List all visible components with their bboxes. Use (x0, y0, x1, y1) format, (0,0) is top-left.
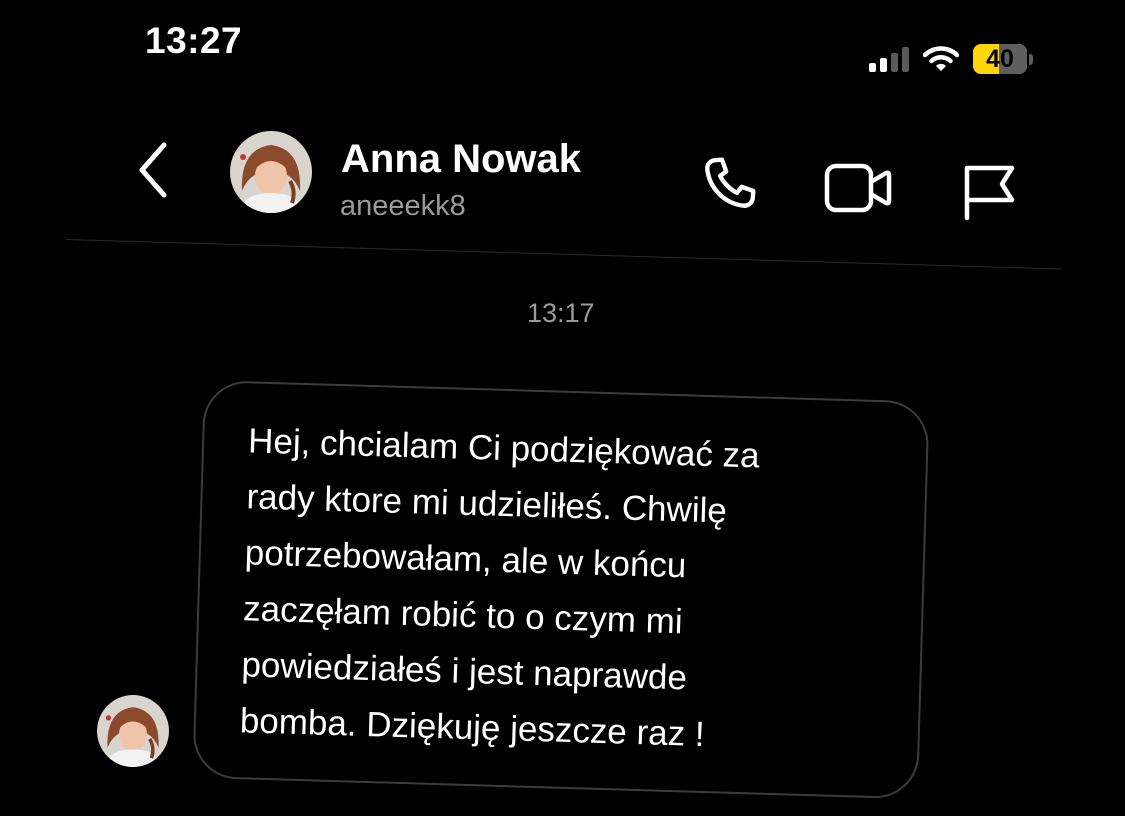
flag-icon (964, 165, 1015, 221)
status-icons: 40 (869, 44, 1033, 74)
sender-avatar[interactable] (97, 695, 169, 767)
phone-icon (705, 157, 756, 208)
message-text: Hej, chcialam Ci podziękować za rady kto… (239, 421, 761, 754)
battery-level: 40 (986, 44, 1014, 73)
report-button[interactable] (962, 160, 1018, 227)
back-button[interactable] (132, 140, 176, 200)
video-camera-icon (824, 163, 892, 213)
video-call-button[interactable] (824, 160, 892, 221)
chevron-left-icon (139, 142, 167, 198)
contact-handle[interactable]: aneeekk8 (340, 190, 466, 223)
battery-icon: 40 (973, 44, 1033, 74)
cellular-signal-icon (869, 46, 909, 72)
status-time: 13:27 (145, 20, 243, 61)
message-timestamp: 13:17 (527, 298, 595, 328)
voice-call-button[interactable] (698, 153, 760, 220)
wifi-icon (923, 46, 959, 71)
contact-avatar[interactable] (230, 131, 312, 213)
header-divider (65, 239, 1062, 270)
contact-name[interactable]: Anna Nowak (341, 137, 581, 182)
message-bubble[interactable]: Hej, chcialam Ci podziękować za rady kto… (192, 380, 930, 800)
